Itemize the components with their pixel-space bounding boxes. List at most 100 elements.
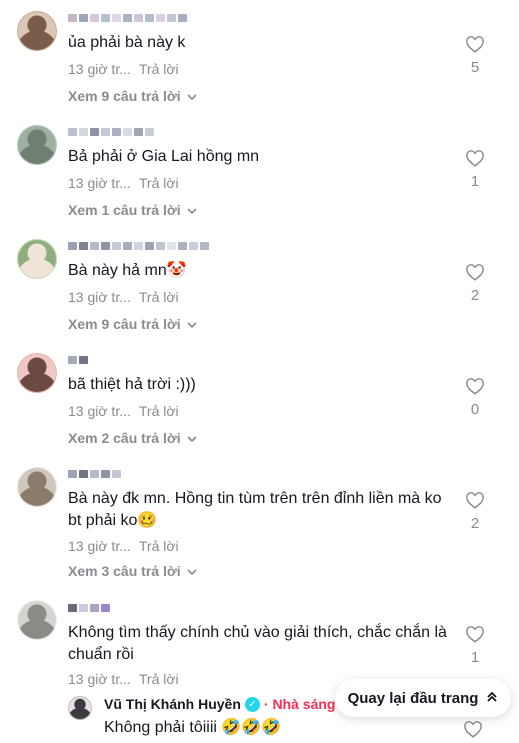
username-pixel [101,604,110,612]
heart-icon [463,35,487,53]
view-replies-label: Xem 2 câu trả lời [68,430,181,446]
reply-button[interactable]: Trả lời [139,61,179,77]
view-replies-button[interactable]: Xem 3 câu trả lời [68,563,197,579]
reply-button[interactable]: Trả lời [139,671,179,687]
reply-button[interactable]: Trả lời [139,538,179,554]
username-blurred[interactable] [68,12,187,24]
username-pixel [123,14,132,22]
username-blurred[interactable] [68,354,88,366]
creator-tag: · Nhà sáng [263,696,336,712]
verified-badge-icon: ✓ [244,696,260,712]
username-pixel [123,128,132,136]
chevron-down-icon [187,316,197,332]
chevron-down-icon [187,88,197,104]
like-count: 2 [470,287,480,304]
username-pixel [79,604,88,612]
username-pixel [101,470,110,478]
username-pixel [101,128,110,136]
username-pixel [145,14,154,22]
username-pixel [90,470,99,478]
username-blurred[interactable] [68,468,121,480]
avatar[interactable] [68,696,92,720]
username-blurred[interactable] [68,602,110,614]
username-pixel [134,242,143,250]
view-replies-label: Xem 1 câu trả lời [68,202,181,218]
comment-time: 13 giờ tr... [68,61,131,77]
username-pixel [145,128,154,136]
username-pixel [68,470,77,478]
comment-meta: 13 giờ tr... Trả lời [68,175,179,191]
like-button[interactable]: 1 [463,149,487,190]
username-pixel [79,242,88,250]
comment-text: ủa phải bà này k [68,34,186,51]
username-pixel [200,242,209,250]
comment-time: 13 giờ tr... [68,289,131,305]
username-pixel [79,356,88,364]
back-to-top-label: Quay lại đầu trang [347,689,479,707]
avatar[interactable] [17,239,57,279]
chevron-down-icon [187,202,197,218]
heart-icon [463,721,483,742]
view-replies-label: Xem 9 câu trả lời [68,316,181,332]
like-button[interactable]: 1 [463,625,487,666]
reply-button[interactable]: Trả lời [139,403,179,419]
username-pixel [167,242,176,250]
reply-button[interactable]: Trả lời [139,175,179,191]
username-pixel [156,242,165,250]
avatar[interactable] [17,353,57,393]
username-pixel [68,14,77,22]
username-pixel [167,14,176,22]
comment-text: Không tìm thấy chính chủ vào giải thích,… [68,624,447,663]
username-pixel [90,128,99,136]
username-pixel [134,14,143,22]
username-blurred[interactable] [68,126,154,138]
heart-icon [463,377,487,395]
reply-username[interactable]: Vũ Thị Khánh Huyền ✓ · Nhà sáng [104,696,335,712]
chevron-down-icon [187,430,197,446]
heart-icon [463,149,487,167]
like-button[interactable]: 0 [463,377,487,418]
avatar[interactable] [17,125,57,165]
view-replies-label: Xem 3 câu trả lời [68,563,181,579]
comment-time: 13 giờ tr... [68,175,131,191]
view-replies-button[interactable]: Xem 9 câu trả lời [68,88,197,104]
avatar[interactable] [17,600,57,640]
avatar[interactable] [17,11,57,51]
woozy-emoji: 🥴 [137,512,158,529]
comment-text-body: Bà này đk mn. Hồng tin tùm trên trên đỉn… [68,490,442,529]
like-button[interactable] [463,720,483,743]
username-pixel [112,470,121,478]
double-chevron-up-icon [486,690,498,707]
comment-text: Bà này đk mn. Hồng tin tùm trên trên đỉn… [68,488,448,532]
view-replies-button[interactable]: Xem 9 câu trả lời [68,316,197,332]
username-pixel [145,242,154,250]
comment-text: Bả phải ở Gia Lai hồng mn [68,148,260,165]
avatar[interactable] [17,467,57,507]
username-pixel [68,242,77,250]
username-pixel [79,14,88,22]
username-pixel [79,470,88,478]
heart-icon [463,491,487,509]
username-pixel [112,242,121,250]
comment-meta: 13 giờ tr... Trả lời [68,289,179,305]
back-to-top-button[interactable]: Quay lại đầu trang [335,679,511,717]
like-count: 0 [470,401,480,418]
comment-text: bã thiệt hả trời :))) [68,376,196,393]
username-blurred[interactable] [68,240,209,252]
username-pixel [134,128,143,136]
view-replies-button[interactable]: Xem 1 câu trả lời [68,202,197,218]
comment-meta: 13 giờ tr... Trả lời [68,671,179,687]
view-replies-label: Xem 9 câu trả lời [68,88,181,104]
comment-meta: 13 giờ tr... Trả lời [68,61,179,77]
reply-button[interactable]: Trả lời [139,289,179,305]
comment-time: 13 giờ tr... [68,538,131,554]
view-replies-button[interactable]: Xem 2 câu trả lời [68,430,197,446]
username-pixel [112,14,121,22]
like-count: 1 [470,649,480,666]
comment-time: 13 giờ tr... [68,671,131,687]
like-button[interactable]: 2 [463,491,487,532]
like-button[interactable]: 5 [463,35,487,76]
reply-text: Không phải tôiiii 🤣🤣🤣 [104,719,282,736]
username-pixel [90,242,99,250]
like-button[interactable]: 2 [463,263,487,304]
